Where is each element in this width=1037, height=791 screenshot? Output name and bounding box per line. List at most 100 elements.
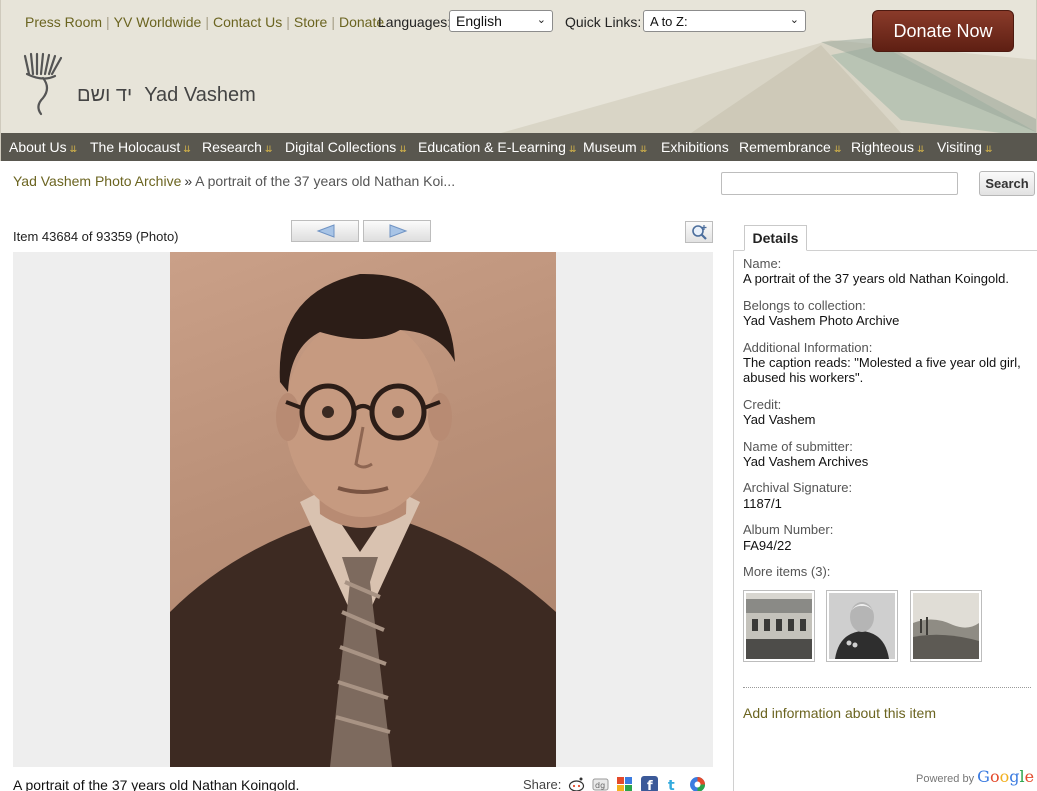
language-select[interactable]: English ⌄ — [449, 10, 553, 32]
previous-item-button[interactable] — [291, 220, 359, 242]
nav-label: Education & E-Learning — [418, 139, 566, 155]
toplink-yv-worldwide[interactable]: YV Worldwide — [114, 14, 202, 30]
item-counter: Item 43684 of 93359 (Photo) — [13, 229, 179, 244]
tab-details[interactable]: Details — [744, 225, 807, 251]
field-label-additional-info: Additional Information: — [743, 340, 873, 355]
field-value-credit: Yad Vashem — [743, 412, 816, 427]
site-logo-text[interactable]: יד ושם Yad Vashem — [77, 84, 256, 107]
more-item-thumbnail[interactable] — [910, 590, 982, 662]
digg-icon[interactable]: dg — [592, 776, 609, 791]
add-information-link[interactable]: Add information about this item — [743, 705, 936, 721]
field-label-archival-signature: Archival Signature: — [743, 480, 853, 495]
nav-digital-collections[interactable]: Digital Collections ⇊ — [285, 139, 407, 155]
toplink-contact-us[interactable]: Contact Us — [213, 14, 282, 30]
thumbnail-image — [913, 593, 979, 659]
nav-visiting[interactable]: Visiting ⇊ — [937, 139, 992, 155]
google-icon[interactable] — [616, 776, 633, 791]
chevron-down-icon: ⌄ — [789, 14, 799, 26]
nav-label: The Holocaust — [90, 139, 181, 155]
yad-vashem-logo-icon — [23, 52, 63, 116]
quicklinks-label: Quick Links: — [565, 14, 642, 30]
twitter-icon[interactable]: t — [665, 776, 682, 791]
chevron-down-icon: ⌄ — [536, 14, 546, 26]
arrow-right-icon — [389, 224, 408, 238]
more-item-thumbnail[interactable] — [743, 590, 815, 662]
nav-remembrance[interactable]: Remembrance ⇊ — [739, 139, 841, 155]
svg-text:t: t — [668, 778, 675, 791]
zoom-button[interactable] — [685, 221, 713, 243]
nav-label: Righteous — [851, 139, 915, 155]
language-selected-value: English — [456, 13, 502, 29]
field-value-album-number: FA94/22 — [743, 538, 792, 553]
powered-by-label: Powered by — [916, 773, 975, 785]
nav-label: Remembrance — [739, 139, 831, 155]
logo-english: Yad Vashem — [144, 84, 256, 106]
nav-label: Exhibitions — [661, 139, 729, 155]
nav-research[interactable]: Research ⇊ — [202, 139, 272, 155]
nav-exhibitions[interactable]: Exhibitions — [661, 139, 729, 155]
nav-label: Visiting — [937, 139, 982, 155]
chevron-down-icon: ⇊ — [833, 144, 842, 154]
nav-label: Museum — [583, 139, 637, 155]
chevron-down-icon: ⇊ — [917, 144, 925, 154]
magnifier-icon — [692, 225, 707, 240]
chevron-down-icon: ⇊ — [183, 144, 191, 154]
nav-education-elearning[interactable]: Education & E-Learning ⇊ — [418, 139, 576, 155]
nav-label: About Us — [9, 139, 67, 155]
field-value-name: A portrait of the 37 years old Nathan Ko… — [743, 271, 1009, 286]
quicklinks-selected-value: A to Z: — [650, 14, 688, 29]
search-input[interactable] — [721, 172, 958, 195]
facebook-icon[interactable]: f — [641, 776, 658, 791]
breadcrumb-current: A portrait of the 37 years old Nathan Ko… — [195, 173, 456, 189]
field-label-submitter: Name of submitter: — [743, 439, 853, 454]
chevron-down-icon: ⇊ — [639, 144, 648, 154]
field-label-album-number: Album Number: — [743, 522, 834, 537]
field-label-credit: Credit: — [743, 397, 782, 412]
svg-text:f: f — [647, 779, 653, 791]
languages-label: Languages: — [378, 14, 452, 30]
powered-by-google: Powered by Google — [916, 767, 1034, 786]
share-more-icon[interactable] — [689, 776, 706, 791]
toplink-store[interactable]: Store — [294, 14, 327, 30]
chevron-down-icon: ⇊ — [264, 144, 273, 154]
nav-about-us[interactable]: About Us ⇊ — [9, 139, 77, 155]
main-nav: About Us ⇊ The Holocaust ⇊ Research ⇊ Digit… — [0, 133, 1037, 161]
field-value-additional-info: The caption reads: "Molested a five year… — [743, 355, 1021, 385]
more-items-label: More items (3): — [743, 564, 831, 579]
nav-righteous[interactable]: Righteous ⇊ — [851, 139, 925, 155]
field-label-name: Name: — [743, 256, 782, 271]
nav-label: Digital Collections — [285, 139, 397, 155]
breadcrumb-separator: » — [184, 173, 193, 189]
field-value-collection: Yad Vashem Photo Archive — [743, 313, 900, 328]
thumbnail-image — [829, 593, 895, 659]
nav-label: Research — [202, 139, 262, 155]
search-button[interactable]: Search — [979, 171, 1035, 196]
chevron-down-icon: ⇊ — [984, 144, 993, 154]
svg-text:dg: dg — [595, 781, 605, 790]
portrait-image — [170, 273, 556, 767]
photo-caption: A portrait of the 37 years old Nathan Ko… — [13, 777, 300, 791]
details-divider — [743, 687, 1031, 688]
logo-hebrew: יד ושם — [77, 84, 133, 106]
chevron-down-icon: ⇊ — [399, 144, 407, 154]
reddit-icon[interactable] — [568, 776, 585, 791]
next-item-button[interactable] — [363, 220, 431, 242]
donate-now-button[interactable]: Donate Now — [872, 10, 1014, 52]
breadcrumb-root-link[interactable]: Yad Vashem Photo Archive — [13, 173, 181, 189]
field-label-collection: Belongs to collection: — [743, 298, 866, 313]
nav-museum[interactable]: Museum ⇊ — [583, 139, 647, 155]
portrait-photo[interactable] — [170, 252, 556, 767]
quicklinks-select[interactable]: A to Z: ⌄ — [643, 10, 806, 32]
field-value-archival-signature: 1187/1 — [743, 496, 782, 511]
chevron-down-icon: ⇊ — [568, 144, 577, 154]
thumbnail-image — [746, 593, 812, 659]
share-label: Share: — [523, 777, 562, 791]
breadcrumb: Yad Vashem Photo Archive» A portrait of t… — [13, 173, 455, 189]
chevron-down-icon: ⇊ — [69, 144, 78, 154]
top-links: Press Room | YV Worldwide | Contact Us | Store… — [25, 14, 385, 30]
more-item-thumbnail[interactable] — [826, 590, 898, 662]
site-header: Press Room | YV Worldwide | Contact Us | Store… — [0, 0, 1037, 133]
arrow-left-icon — [316, 224, 335, 238]
toplink-press-room[interactable]: Press Room — [25, 14, 102, 30]
nav-the-holocaust[interactable]: The Holocaust ⇊ — [90, 139, 191, 155]
